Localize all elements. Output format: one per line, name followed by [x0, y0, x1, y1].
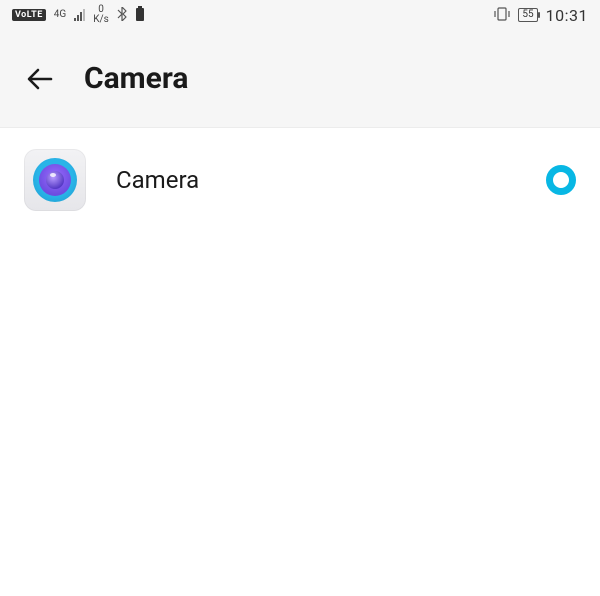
status-left: VoLTE 4G 0 K/s — [12, 5, 145, 25]
page-title: Camera — [84, 61, 188, 96]
battery-level: 55 — [518, 8, 537, 22]
app-list: Camera — [0, 128, 600, 596]
clock: 10:31 — [546, 6, 588, 25]
arrow-left-icon — [25, 64, 55, 94]
vibrate-icon — [494, 7, 510, 24]
network-type: 4G — [54, 10, 66, 20]
header: Camera — [0, 30, 600, 128]
settings-screen: VoLTE 4G 0 K/s 55 10:31 — [0, 0, 600, 596]
list-item-camera[interactable]: Camera — [24, 146, 576, 214]
back-button[interactable] — [22, 61, 58, 97]
radio-selected-icon[interactable] — [546, 165, 576, 195]
camera-app-icon — [24, 149, 86, 211]
list-item-label: Camera — [116, 166, 516, 194]
battery-full-icon — [135, 6, 145, 25]
status-right: 55 10:31 — [494, 6, 588, 25]
status-bar: VoLTE 4G 0 K/s 55 10:31 — [0, 0, 600, 30]
data-speed: 0 K/s — [93, 5, 109, 25]
bluetooth-icon — [117, 7, 127, 24]
volte-badge: VoLTE — [12, 9, 46, 21]
signal-icon — [74, 9, 85, 21]
data-speed-unit: K/s — [93, 14, 109, 25]
